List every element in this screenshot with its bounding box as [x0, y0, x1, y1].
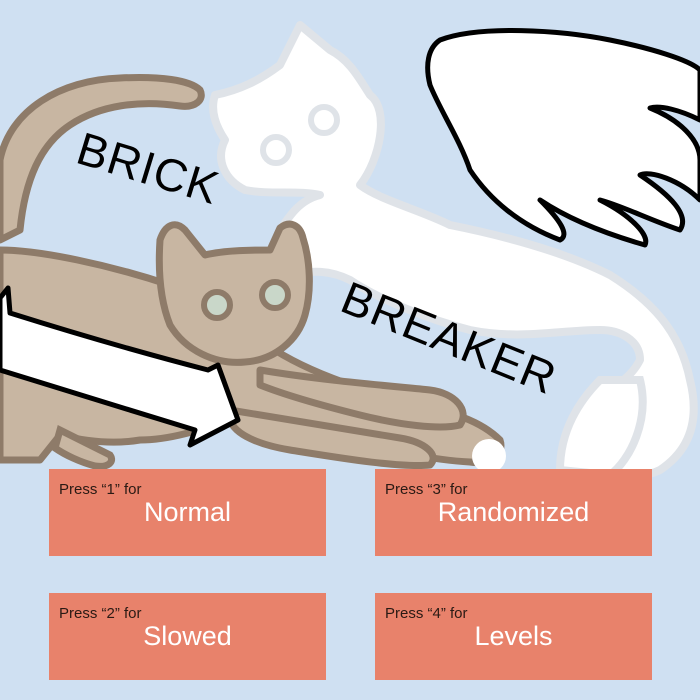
mode-slowed-key-hint: Press “2” for — [59, 605, 142, 622]
mode-normal-key-hint: Press “1” for — [59, 481, 142, 498]
mode-levels-label: Levels — [474, 621, 553, 651]
white-cat-right-eye — [308, 104, 340, 136]
mode-levels-button[interactable]: Press “4” for Levels — [375, 593, 652, 680]
wing-scribble-illustration — [425, 28, 700, 248]
mode-slowed-label: Slowed — [143, 621, 232, 651]
ball — [472, 439, 506, 473]
mode-randomized-button[interactable]: Press “3” for Randomized — [375, 469, 652, 556]
mode-slowed-button[interactable]: Press “2” for Slowed — [49, 593, 326, 680]
title-line-1: BRICK — [71, 122, 225, 214]
mode-normal-button[interactable]: Press “1” for Normal — [49, 469, 326, 556]
mode-randomized-label: Randomized — [437, 497, 590, 527]
mode-normal-label: Normal — [143, 497, 231, 527]
brown-cat-right-eye — [259, 279, 291, 311]
mode-randomized-key-hint: Press “3” for — [385, 481, 468, 498]
brown-cat-left-eye — [201, 289, 233, 321]
mode-levels-key-hint: Press “4” for — [385, 605, 468, 622]
white-cat-left-eye — [260, 134, 292, 166]
menu-screen: BRICK BREAKER Press “1” for Normal Press… — [0, 0, 700, 700]
